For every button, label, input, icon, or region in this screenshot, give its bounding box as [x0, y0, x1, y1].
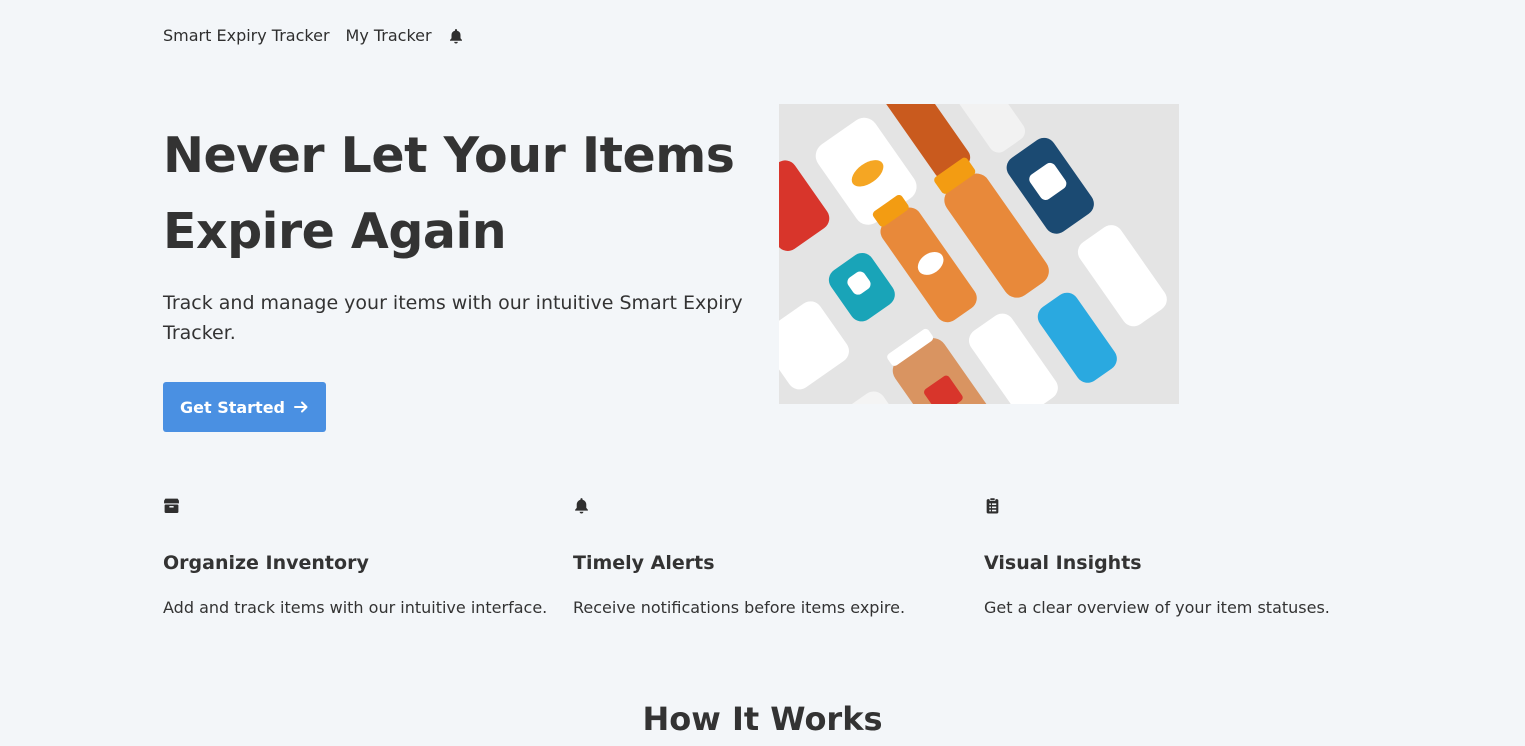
feature-title: Timely Alerts: [573, 552, 715, 574]
hero-subtitle: Track and manage your items with our int…: [163, 292, 743, 344]
bell-icon[interactable]: [448, 28, 464, 44]
get-started-label: Get Started: [179, 397, 285, 417]
feature-organize-inventory: Organize Inventory Add and track items w…: [163, 497, 563, 617]
how-it-works-heading: How It Works: [642, 700, 883, 738]
products-illustration: [779, 104, 1179, 404]
feature-text: Add and track items with our intuitive i…: [163, 598, 548, 617]
hero-image: [779, 104, 1179, 404]
box-icon: [164, 498, 179, 513]
feature-title: Organize Inventory: [163, 552, 369, 574]
top-nav: Smart Expiry Tracker My Tracker: [163, 26, 464, 45]
nav-my-tracker-link[interactable]: My Tracker: [346, 26, 432, 45]
arrow-right-icon: [294, 401, 308, 413]
nav-brand-link[interactable]: Smart Expiry Tracker: [163, 26, 330, 45]
feature-text: Receive notifications before items expir…: [573, 598, 906, 617]
feature-timely-alerts: Timely Alerts Receive notifications befo…: [573, 497, 973, 617]
clipboard-list-icon: [986, 497, 999, 514]
get-started-button[interactable]: Get Started: [163, 382, 326, 432]
feature-title: Visual Insights: [984, 552, 1142, 574]
bell-icon: [575, 498, 588, 514]
hero-title-line-1: Never Let Your Items: [163, 127, 735, 184]
feature-visual-insights: Visual Insights Get a clear overview of …: [984, 497, 1384, 617]
feature-text: Get a clear overview of your item status…: [984, 598, 1330, 617]
hero-title: Never Let Your Items Expire Again: [163, 118, 763, 270]
hero-title-line-2: Expire Again: [163, 203, 507, 260]
